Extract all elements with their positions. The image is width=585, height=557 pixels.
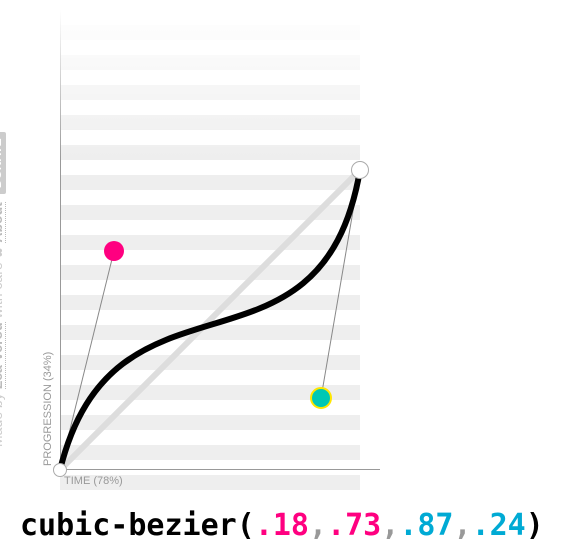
author-link[interactable]: Lea Verou [0,322,6,389]
bezier-curve-svg [60,170,360,470]
css-output[interactable]: cubic-bezier(.18,.73,.87,.24) [20,508,544,543]
p1x-value: .18 [255,508,309,543]
p1y-value: .73 [327,508,381,543]
p2y-value: .24 [472,508,526,543]
chart-area: PROGRESSION (34%) TIME (78%) [60,10,380,490]
end-point[interactable] [351,161,369,179]
bezier-editor: PROGRESSION (34%) TIME (78%) [60,10,380,490]
with-care-label: with care [0,262,5,318]
about-link[interactable]: About [0,202,6,242]
attribution-bar: Made by Lea Verou with care ✿ About DONA… [0,132,6,447]
start-point[interactable] [53,463,67,477]
diagonal-line [60,170,360,470]
gear-icon: ✿ [0,247,6,259]
control-point-1[interactable] [104,241,124,261]
p2x-value: .87 [399,508,453,543]
x-axis-label: TIME (78%) [64,475,123,487]
control-point-2[interactable] [310,387,332,409]
plot-area[interactable] [60,170,360,470]
function-name: cubic-bezier [20,508,237,543]
y-axis-label: PROGRESSION (34%) [42,352,54,466]
donate-button[interactable]: DONATE [0,132,6,194]
made-by-label: Made by [0,393,5,447]
